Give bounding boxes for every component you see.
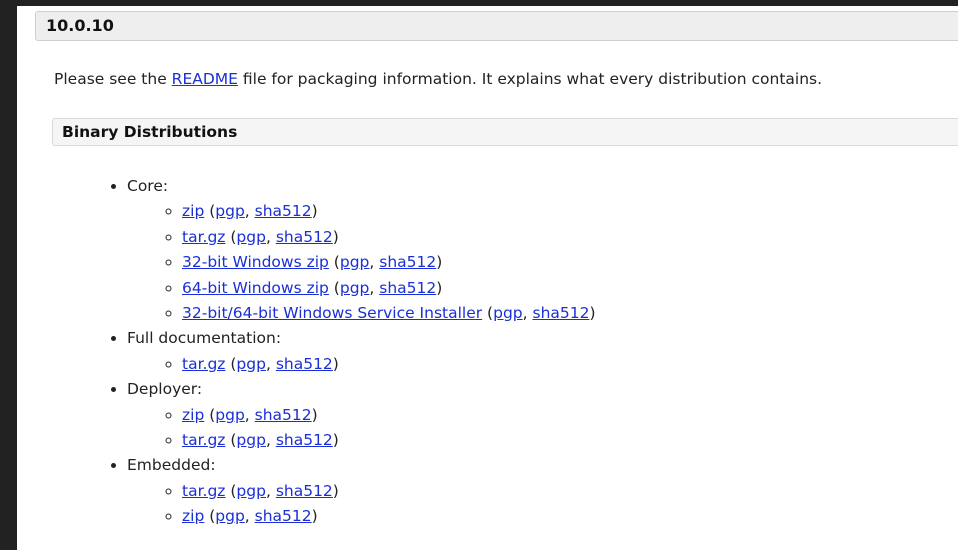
pgp-signature-link[interactable]: pgp [236,228,266,246]
distribution-file-item: zip (pgp, sha512) [182,403,596,428]
distribution-group-full-documentation: Full documentation: tar.gz (pgp, sha512) [127,326,596,377]
distribution-file-item: 32-bit Windows zip (pgp, sha512) [182,250,596,275]
download-link[interactable]: zip [182,507,204,525]
binary-distributions-heading: Binary Distributions [52,118,958,146]
pgp-signature-link[interactable]: pgp [493,304,523,322]
distribution-file-item: zip (pgp, sha512) [182,504,596,529]
separator: , [265,481,276,500]
intro-suffix: file for packaging information. It expla… [237,70,823,88]
pgp-signature-link[interactable]: pgp [215,202,245,220]
paren-open: ( [225,481,237,500]
paren-close: ) [311,202,318,221]
sha512-checksum-link[interactable]: sha512 [276,431,333,449]
paren-close: ) [332,431,339,450]
pgp-signature-link[interactable]: pgp [340,279,370,297]
download-link[interactable]: 32-bit/64-bit Windows Service Installer [182,304,482,322]
version-heading: 10.0.10 [35,11,958,41]
download-link[interactable]: 64-bit Windows zip [182,279,329,297]
paren-open: ( [328,253,340,272]
distribution-file-list: tar.gz (pgp, sha512)zip (pgp, sha512) [127,479,596,530]
paren-close: ) [311,405,318,424]
distribution-file-item: 32-bit/64-bit Windows Service Installer … [182,301,596,326]
sha512-checksum-link[interactable]: sha512 [276,355,333,373]
download-link[interactable]: zip [182,202,204,220]
distribution-group-embedded: Embedded:tar.gz (pgp, sha512)zip (pgp, s… [127,453,596,529]
distribution-file-item: tar.gz (pgp, sha512) [182,479,596,504]
download-link[interactable]: tar.gz [182,431,225,449]
paren-close: ) [436,278,443,297]
distribution-file-list: zip (pgp, sha512)tar.gz (pgp, sha512)32-… [127,199,596,326]
browser-viewport: 10.0.10 Please see the README file for p… [0,0,958,550]
separator: , [369,278,380,297]
paren-open: ( [225,431,237,450]
paren-close: ) [332,354,339,373]
sha512-checksum-link[interactable]: sha512 [255,202,312,220]
distribution-group-label: Core: [127,177,169,195]
distribution-group-deployer: Deployer:zip (pgp, sha512)tar.gz (pgp, s… [127,377,596,453]
paren-open: ( [204,405,216,424]
section-title: Binary Distributions [62,123,238,141]
pgp-signature-link[interactable]: pgp [215,507,245,525]
separator: , [265,354,276,373]
separator: , [265,431,276,450]
download-link[interactable]: zip [182,406,204,424]
distribution-file-item: zip (pgp, sha512) [182,199,596,224]
distribution-file-item: 64-bit Windows zip (pgp, sha512) [182,276,596,301]
distribution-list: Core:zip (pgp, sha512)tar.gz (pgp, sha51… [91,174,596,530]
pgp-signature-link[interactable]: pgp [215,406,245,424]
paren-close: ) [332,481,339,500]
sha512-checksum-link[interactable]: sha512 [276,228,333,246]
sha512-checksum-link[interactable]: sha512 [533,304,590,322]
download-link[interactable]: tar.gz [182,482,225,500]
paren-open: ( [482,304,494,323]
distribution-file-list: zip (pgp, sha512)tar.gz (pgp, sha512) [127,403,596,454]
paren-open: ( [204,507,216,526]
sha512-checksum-link[interactable]: sha512 [379,279,436,297]
paren-open: ( [225,354,237,373]
paren-close: ) [311,507,318,526]
paren-open: ( [204,202,216,221]
separator: , [244,405,255,424]
sha512-checksum-link[interactable]: sha512 [379,253,436,271]
pgp-signature-link[interactable]: pgp [340,253,370,271]
separator: , [244,507,255,526]
paren-close: ) [589,304,596,323]
distribution-group-label: Deployer: [127,380,203,399]
distribution-group-label: Full documentation: [127,329,282,348]
separator: , [522,304,533,323]
separator: , [265,227,276,246]
version-label: 10.0.10 [46,16,114,35]
download-link[interactable]: tar.gz [182,228,225,246]
paren-open: ( [328,278,340,297]
distribution-group-core: Core:zip (pgp, sha512)tar.gz (pgp, sha51… [127,174,596,326]
pgp-signature-link[interactable]: pgp [236,431,266,449]
intro-paragraph: Please see the README file for packaging… [54,70,822,88]
sha512-checksum-link[interactable]: sha512 [255,507,312,525]
download-page: 10.0.10 Please see the README file for p… [17,6,958,550]
separator: , [369,253,380,272]
distribution-group-label: Embedded: [127,456,216,475]
paren-close: ) [436,253,443,272]
separator: , [244,202,255,221]
pgp-signature-link[interactable]: pgp [236,482,266,500]
readme-link[interactable]: README [172,70,238,88]
distribution-file-item: tar.gz (pgp, sha512) [182,428,596,453]
sha512-checksum-link[interactable]: sha512 [276,482,333,500]
distribution-file-item: tar.gz (pgp, sha512) [182,352,596,377]
distribution-file-item: tar.gz (pgp, sha512) [182,225,596,250]
distribution-file-list: tar.gz (pgp, sha512) [127,352,596,377]
sha512-checksum-link[interactable]: sha512 [255,406,312,424]
download-link[interactable]: 32-bit Windows zip [182,253,329,271]
intro-prefix: Please see the [54,70,172,88]
paren-open: ( [225,227,237,246]
download-link[interactable]: tar.gz [182,355,225,373]
pgp-signature-link[interactable]: pgp [236,355,266,373]
paren-close: ) [332,227,339,246]
